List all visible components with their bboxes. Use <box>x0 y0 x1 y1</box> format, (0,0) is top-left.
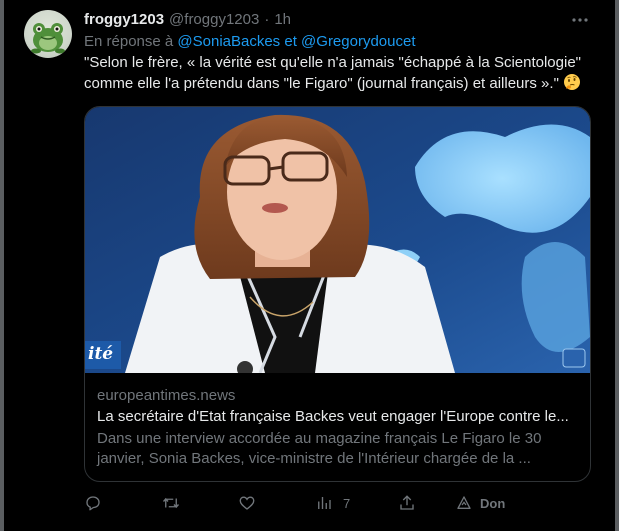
heart-icon <box>239 496 255 510</box>
tweet-text-container: "Selon le frère, « la vérité est qu'elle… <box>84 53 599 94</box>
retweet-icon <box>162 497 180 509</box>
retweet-button[interactable] <box>161 492 191 514</box>
display-name[interactable]: froggy1203 <box>84 10 164 30</box>
views-chart-icon <box>318 497 331 509</box>
avatar[interactable] <box>24 10 72 58</box>
frog-avatar-image <box>31 23 65 54</box>
mention-sonia-backes[interactable]: @SoniaBackes <box>177 33 280 50</box>
donate-label: Don <box>480 495 506 511</box>
like-button[interactable] <box>238 492 266 514</box>
card-description: Dans une interview accordée au magazine … <box>97 430 542 467</box>
timestamp[interactable]: 1h <box>274 10 291 30</box>
donate-button[interactable]: Don <box>456 492 505 514</box>
tweet[interactable]: froggy1203 @froggy1203 · 1h En réponse à… <box>0 0 619 531</box>
mention-conjunction: et <box>284 33 297 50</box>
card-title[interactable]: La secrétaire d'Etat française Backes ve… <box>97 407 579 427</box>
reply-icon <box>86 496 100 511</box>
share-icon <box>400 495 414 510</box>
more-horizontal-icon <box>572 18 588 22</box>
reply-prefix: En réponse à <box>84 33 174 50</box>
thinking-face-icon <box>563 74 580 90</box>
views-button[interactable]: 7 <box>315 492 350 514</box>
user-handle[interactable]: @froggy1203 <box>169 10 259 30</box>
share-button[interactable] <box>398 492 426 514</box>
tweet-actions: 7 Don <box>84 492 524 514</box>
right-scroll-edge <box>615 0 619 531</box>
tweet-text: "Selon le frère, « la vérité est qu'elle… <box>84 54 581 92</box>
separator-dot: · <box>264 11 270 28</box>
reply-context: En réponse à @SoniaBackes et @Gregorydou… <box>84 32 416 52</box>
tweet-header: froggy1203 @froggy1203 · 1h <box>84 10 291 30</box>
card-domain[interactable]: europeantimes.news <box>97 386 235 406</box>
link-preview-card[interactable]: ité europeantimes.news La secrétaire d'E… <box>84 106 591 482</box>
card-image[interactable]: ité <box>85 107 590 373</box>
news-photo <box>85 107 590 373</box>
donate-icon <box>457 496 471 509</box>
views-count: 7 <box>343 495 351 511</box>
reply-button[interactable] <box>84 492 112 514</box>
mention-gregory-doucet[interactable]: @Gregorydoucet <box>301 33 415 50</box>
more-options-button[interactable] <box>566 9 594 31</box>
image-channel-logo-text: ité <box>88 344 114 364</box>
left-scroll-edge <box>0 0 4 531</box>
